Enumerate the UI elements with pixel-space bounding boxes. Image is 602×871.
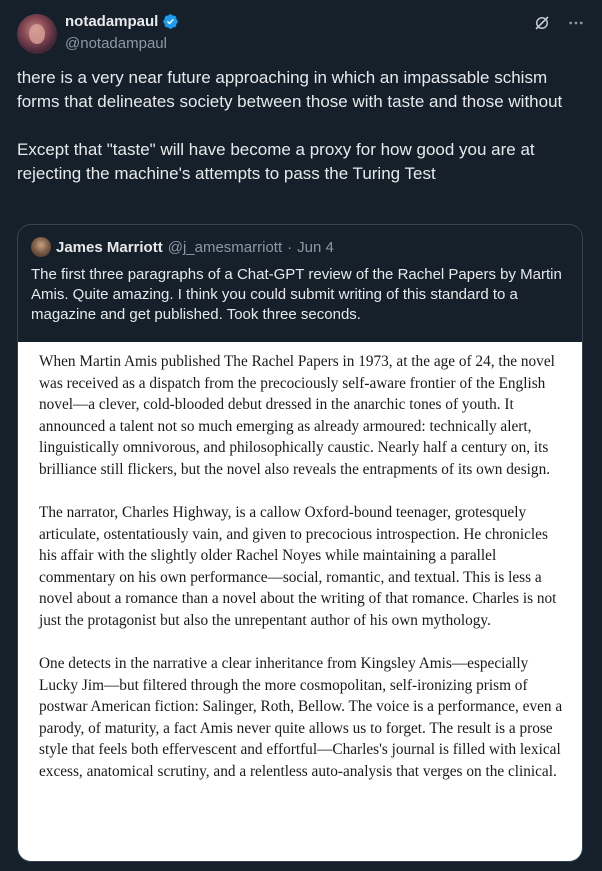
- quoted-author-handle[interactable]: @j_amesmarriott: [168, 239, 282, 256]
- more-icon[interactable]: [567, 14, 585, 32]
- grok-icon[interactable]: [533, 14, 551, 32]
- quoted-tweet-header: James Marriott @j_amesmarriott · Jun 4: [31, 237, 334, 257]
- image-paragraph-2: The narrator, Charles Highway, is a call…: [39, 503, 557, 629]
- quoted-date[interactable]: Jun 4: [297, 239, 334, 256]
- quoted-separator: ·: [287, 238, 293, 256]
- image-paragraph-1: When Martin Amis published The Rachel Pa…: [39, 353, 555, 478]
- verified-badge-icon: [163, 14, 179, 29]
- quoted-author-avatar[interactable]: [31, 237, 51, 257]
- quoted-tweet-text: The first three paragraphs of a Chat-GPT…: [31, 266, 562, 323]
- author-name[interactable]: notadampaul: [65, 13, 158, 30]
- author-name-row: notadampaul: [65, 13, 179, 30]
- tweet-header: notadampaul @notadampaul: [17, 12, 585, 56]
- quoted-tweet[interactable]: James Marriott @j_amesmarriott · Jun 4 T…: [17, 224, 583, 862]
- tweet-text: there is a very near future approaching …: [17, 68, 563, 183]
- quoted-image[interactable]: When Martin Amis published The Rachel Pa…: [18, 342, 582, 861]
- quoted-image-text: When Martin Amis published The Rachel Pa…: [18, 342, 582, 782]
- author-avatar[interactable]: [17, 14, 57, 54]
- quoted-author-name[interactable]: James Marriott: [56, 239, 163, 256]
- image-paragraph-3: One detects in the narrative a clear inh…: [39, 654, 563, 780]
- header-actions: [533, 14, 585, 32]
- author-handle[interactable]: @notadampaul: [65, 35, 167, 52]
